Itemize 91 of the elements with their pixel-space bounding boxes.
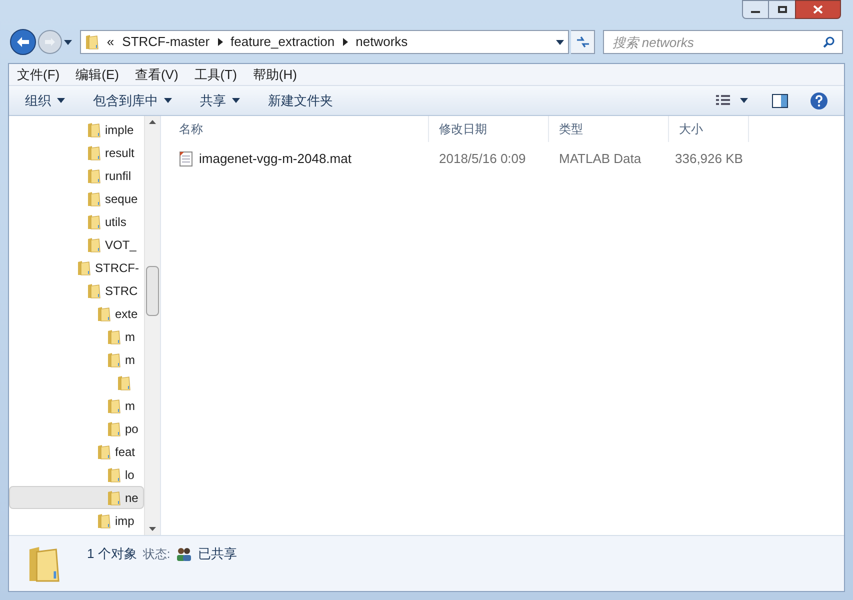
preview-pane-icon <box>772 94 788 108</box>
folder-icon <box>117 374 131 390</box>
folder-icon <box>107 328 121 344</box>
tree-item[interactable]: STRC <box>9 279 144 302</box>
folder-icon <box>87 144 101 160</box>
menu-item[interactable]: 编辑(E) <box>76 64 119 84</box>
toolbar-button[interactable]: 包含到库中 <box>93 90 172 110</box>
caret-icon <box>164 98 172 103</box>
left-arrow-icon <box>16 36 30 48</box>
folder-icon <box>107 490 121 506</box>
breadcrumb[interactable]: feature_extraction <box>230 32 335 52</box>
scrollbar-thumb[interactable] <box>146 266 160 316</box>
folder-icon <box>107 420 121 436</box>
menu-item[interactable]: 查看(V) <box>134 64 178 84</box>
search-icon <box>823 36 835 48</box>
tree-item[interactable]: po <box>9 417 144 440</box>
history-dropdown[interactable] <box>64 40 74 44</box>
refresh-icon <box>576 36 590 48</box>
right-arrow-icon <box>44 37 56 47</box>
file-size: 336,926 KB <box>674 150 744 168</box>
folder-icon <box>87 282 101 298</box>
caret-icon <box>740 98 748 103</box>
folder-icon <box>107 352 121 368</box>
folder-icon <box>87 214 101 230</box>
tree-item[interactable]: ne <box>9 486 144 509</box>
view-list-icon <box>716 95 730 106</box>
item-count: 1 个对象 <box>87 545 137 563</box>
folder-icon <box>84 34 99 50</box>
tree-item[interactable]: m <box>9 394 144 417</box>
scrollbar[interactable] <box>144 116 160 535</box>
menu-item[interactable]: 帮助(H) <box>252 64 297 84</box>
help-icon <box>810 92 828 110</box>
folder-icon <box>107 466 121 482</box>
chevron-right-icon <box>342 38 348 46</box>
address-bar[interactable]: « STRCF-master feature_extraction networks <box>80 30 570 54</box>
file-type: MATLAB Data <box>558 150 642 168</box>
tree-item[interactable]: VOT_ <box>9 233 144 256</box>
caret-icon <box>57 98 65 103</box>
toolbar-button[interactable]: 共享 <box>200 90 240 110</box>
state-label: 状态: <box>142 546 170 563</box>
caret-icon <box>64 40 72 44</box>
tree-item[interactable]: m <box>9 325 144 348</box>
breadcrumb[interactable]: networks <box>356 32 408 52</box>
folder-icon <box>77 260 91 276</box>
tree-item[interactable]: result <box>9 141 144 164</box>
breadcrumb-overflow[interactable]: « <box>106 32 114 52</box>
folder-icon <box>87 190 101 206</box>
toolbar-button[interactable]: 新建文件夹 <box>268 90 333 110</box>
close-icon <box>813 5 823 14</box>
folder-icon <box>97 306 111 322</box>
tree-item[interactable]: lo <box>9 463 144 486</box>
close-button[interactable] <box>795 0 841 19</box>
maximize-button[interactable] <box>769 0 795 19</box>
column-header[interactable]: 修改日期 <box>429 116 549 142</box>
menu-item[interactable]: 工具(T) <box>194 64 237 84</box>
folder-icon <box>97 512 111 528</box>
toolbar-button[interactable]: 组织 <box>25 90 65 110</box>
share-state: 已共享 <box>198 545 238 563</box>
file-modified: 2018/5/16 0:09 <box>438 150 527 168</box>
folder-icon <box>97 444 111 460</box>
folder-icon <box>107 398 121 414</box>
tree-item[interactable]: imple <box>9 118 144 141</box>
tree-item[interactable]: m <box>9 348 144 371</box>
breadcrumb[interactable]: STRCF-master <box>122 32 210 52</box>
column-header[interactable]: 类型 <box>549 116 669 142</box>
folder-icon <box>87 122 101 138</box>
search-field[interactable]: 搜索 networks <box>603 30 843 54</box>
tree-item[interactable]: utils <box>9 210 144 233</box>
back-button[interactable] <box>10 29 36 55</box>
refresh-button[interactable] <box>571 30 596 54</box>
folder-icon <box>87 168 101 184</box>
caret-icon <box>232 98 240 103</box>
tree-item[interactable]: runfil <box>9 164 144 187</box>
down-arrow-icon <box>149 527 156 531</box>
minimize-button[interactable] <box>742 0 769 19</box>
chevron-right-icon <box>218 38 223 46</box>
folder-icon <box>87 236 101 252</box>
caret-icon <box>556 40 564 44</box>
tree-item[interactable]: feat <box>9 440 144 463</box>
column-header[interactable]: 大小 <box>669 116 749 142</box>
tree-item[interactable]: STRCF- <box>9 256 144 279</box>
users-icon <box>176 546 192 561</box>
column-header[interactable]: 名称 <box>169 116 429 142</box>
up-arrow-icon <box>149 120 156 124</box>
tree-item[interactable]: imp <box>9 509 144 532</box>
file-icon <box>179 151 193 167</box>
view-options-button[interactable] <box>716 95 748 106</box>
tree-item[interactable]: seque <box>9 187 144 210</box>
tree-item[interactable]: exte <box>9 302 144 325</box>
file-name[interactable]: imagenet-vgg-m-2048.mat <box>199 149 352 169</box>
menu-item[interactable]: 文件(F) <box>17 64 60 84</box>
